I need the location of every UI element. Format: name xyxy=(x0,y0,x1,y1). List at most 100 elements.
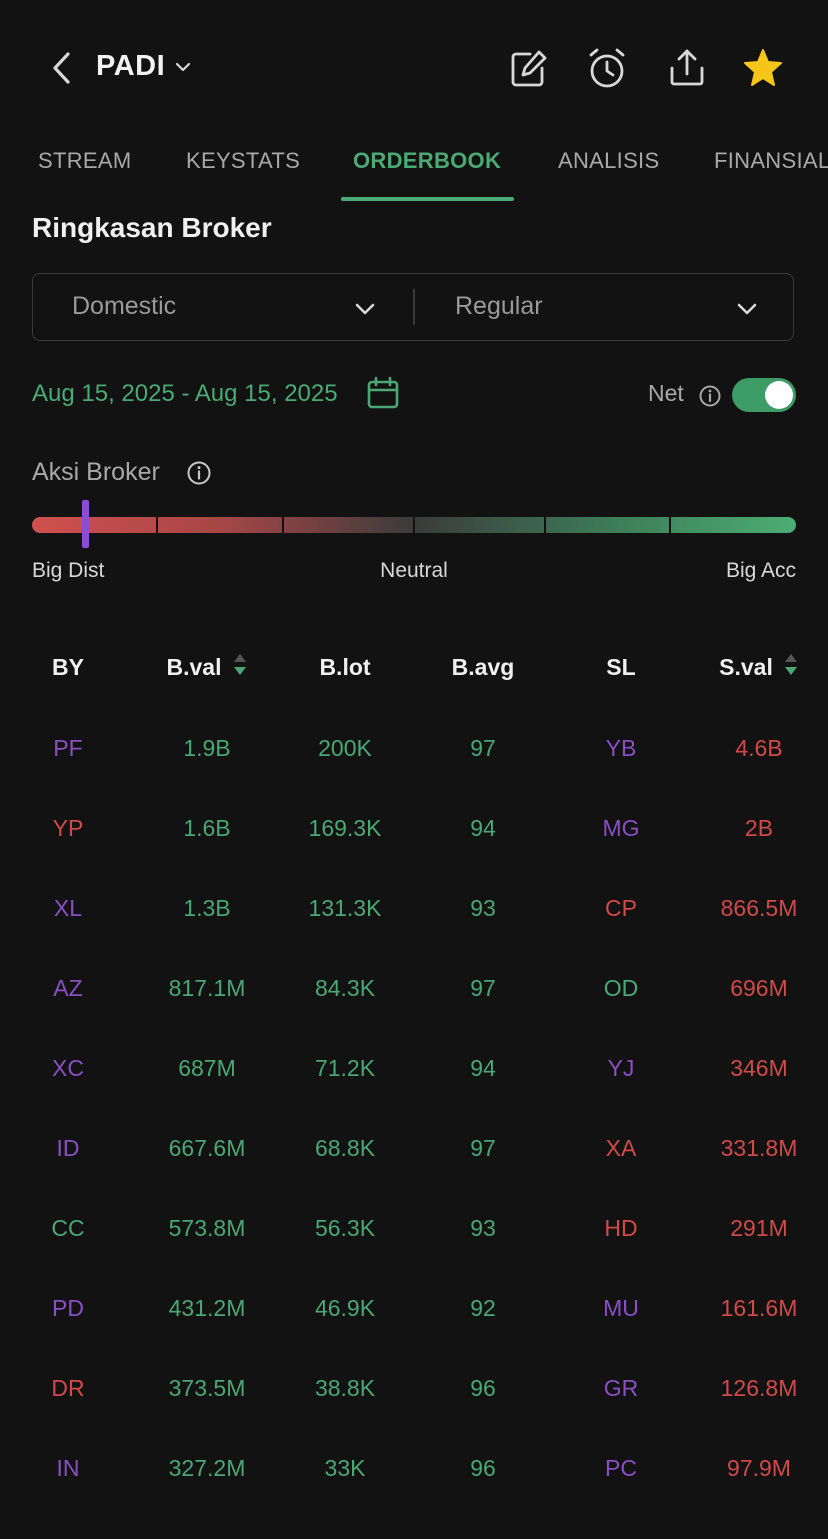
sell-value: 4.6B xyxy=(735,735,783,761)
watchlist-star-button[interactable] xyxy=(742,46,784,90)
date-range[interactable]: Aug 15, 2025 - Aug 15, 2025 xyxy=(32,380,338,408)
edit-icon xyxy=(511,50,547,87)
seller-code: PC xyxy=(605,1455,637,1481)
table-row[interactable]: DR 373.5M 38.8K 96 GR 126.8M xyxy=(0,1375,828,1455)
buy-avg: 93 xyxy=(470,895,496,921)
sell-value: 291M xyxy=(730,1215,788,1241)
buy-value: 373.5M xyxy=(168,1375,246,1401)
buy-lot: 169.3K xyxy=(308,815,382,841)
buy-value: 1.6B xyxy=(183,815,231,841)
buy-value: 431.2M xyxy=(168,1295,246,1321)
net-label: Net xyxy=(648,380,684,406)
table-row[interactable]: ID 667.6M 68.8K 97 XA 331.8M xyxy=(0,1135,828,1215)
board-dropdown-value: Regular xyxy=(455,292,543,320)
table-row[interactable]: XL 1.3B 131.3K 93 CP 866.5M xyxy=(0,895,828,975)
buy-value: 687M xyxy=(178,1055,236,1081)
meter-separator xyxy=(156,517,158,533)
buy-avg: 97 xyxy=(470,975,496,1001)
market-dropdown[interactable]: Domestic xyxy=(33,274,413,340)
buy-lot: 33K xyxy=(324,1455,366,1481)
sell-value: 696M xyxy=(730,975,788,1001)
back-arrow-icon xyxy=(53,52,70,84)
info-icon[interactable] xyxy=(698,384,722,408)
buy-lot: 71.2K xyxy=(314,1055,376,1081)
filter-bar: Domestic Regular xyxy=(32,273,794,341)
net-toggle[interactable] xyxy=(732,378,796,412)
seller-code: CP xyxy=(605,895,637,921)
buyer-code: PF xyxy=(53,735,83,761)
seller-code: HD xyxy=(604,1215,638,1241)
buy-value: 327.2M xyxy=(168,1455,246,1481)
buy-lot: 131.3K xyxy=(308,895,382,921)
info-icon[interactable] xyxy=(186,460,212,486)
sell-value: 97.9M xyxy=(727,1455,791,1481)
calendar-icon[interactable] xyxy=(366,376,400,410)
table-row[interactable]: CC 573.8M 56.3K 93 HD 291M xyxy=(0,1215,828,1295)
star-icon xyxy=(744,49,782,86)
seller-code: OD xyxy=(603,975,639,1001)
sell-value: 126.8M xyxy=(720,1375,798,1401)
buy-avg: 94 xyxy=(470,815,496,841)
meter-separator xyxy=(544,517,546,533)
buy-lot: 38.8K xyxy=(314,1375,376,1401)
tab-stream[interactable]: STREAM xyxy=(38,148,131,174)
buyer-code: IN xyxy=(56,1455,80,1481)
back-button[interactable] xyxy=(44,48,80,88)
meter-center-label: Neutral xyxy=(380,559,448,582)
column-header-bval[interactable]: B.val xyxy=(167,654,222,681)
ticker-symbol[interactable]: PADI xyxy=(96,50,165,83)
broker-action-meter xyxy=(32,517,796,533)
buyer-code: ID xyxy=(56,1135,80,1161)
sell-value: 866.5M xyxy=(720,895,798,921)
table-row[interactable]: AZ 817.1M 84.3K 97 OD 696M xyxy=(0,975,828,1055)
seller-code: YB xyxy=(605,735,637,761)
seller-code: XA xyxy=(605,1135,637,1161)
toggle-knob xyxy=(765,381,793,409)
board-dropdown[interactable]: Regular xyxy=(415,274,793,340)
seller-code: GR xyxy=(603,1375,639,1401)
tab-keystats[interactable]: KEYSTATS xyxy=(186,148,300,174)
meter-separator xyxy=(413,517,415,533)
meter-separator xyxy=(669,517,671,533)
market-dropdown-value: Domestic xyxy=(72,292,177,320)
meter-separator xyxy=(282,517,284,533)
chevron-down-icon xyxy=(354,298,376,320)
edit-button[interactable] xyxy=(508,46,550,90)
section-title: Ringkasan Broker xyxy=(32,212,272,243)
table-row[interactable]: XC 687M 71.2K 94 YJ 346M xyxy=(0,1055,828,1135)
buy-lot: 84.3K xyxy=(314,975,376,1001)
column-header-by: BY xyxy=(52,654,84,680)
buy-avg: 94 xyxy=(470,1055,496,1081)
meter-left-label: Big Dist xyxy=(32,559,105,582)
sort-icon[interactable] xyxy=(783,652,799,678)
table-row[interactable]: IN 327.2M 33K 96 PC 97.9M xyxy=(0,1455,828,1535)
buy-avg: 97 xyxy=(470,735,496,761)
buyer-code: XL xyxy=(53,895,83,921)
table-row[interactable]: PD 431.2M 46.9K 92 MU 161.6M xyxy=(0,1295,828,1375)
column-header-blot: B.lot xyxy=(319,654,371,680)
table-row[interactable]: YP 1.6B 169.3K 94 MG 2B xyxy=(0,815,828,895)
tab-orderbook[interactable]: ORDERBOOK xyxy=(353,148,501,174)
buy-lot: 56.3K xyxy=(314,1215,376,1241)
sell-value: 2B xyxy=(744,815,774,841)
share-button[interactable] xyxy=(666,46,708,90)
active-tab-indicator xyxy=(341,197,514,201)
table-row[interactable]: PF 1.9B 200K 97 YB 4.6B xyxy=(0,735,828,815)
meter-pointer xyxy=(81,500,89,548)
chevron-down-icon xyxy=(736,298,758,320)
buy-avg: 96 xyxy=(470,1375,496,1401)
sort-icon[interactable] xyxy=(232,652,248,678)
tab-finansial[interactable]: FINANSIAL xyxy=(714,148,828,174)
chevron-down-icon[interactable] xyxy=(174,58,192,76)
tab-analisis[interactable]: ANALISIS xyxy=(558,148,659,174)
broker-action-label: Aksi Broker xyxy=(32,458,160,486)
buy-lot: 68.8K xyxy=(314,1135,376,1161)
column-header-sval[interactable]: S.val xyxy=(719,654,773,681)
column-header-sl: SL xyxy=(606,654,636,680)
seller-code: MU xyxy=(603,1295,639,1321)
sell-value: 331.8M xyxy=(720,1135,798,1161)
buy-avg: 96 xyxy=(470,1455,496,1481)
tab-bar: STREAM KEYSTATS ORDERBOOK ANALISIS FINAN… xyxy=(0,140,828,202)
buyer-code: AZ xyxy=(53,975,83,1001)
alarm-button[interactable] xyxy=(586,46,628,90)
